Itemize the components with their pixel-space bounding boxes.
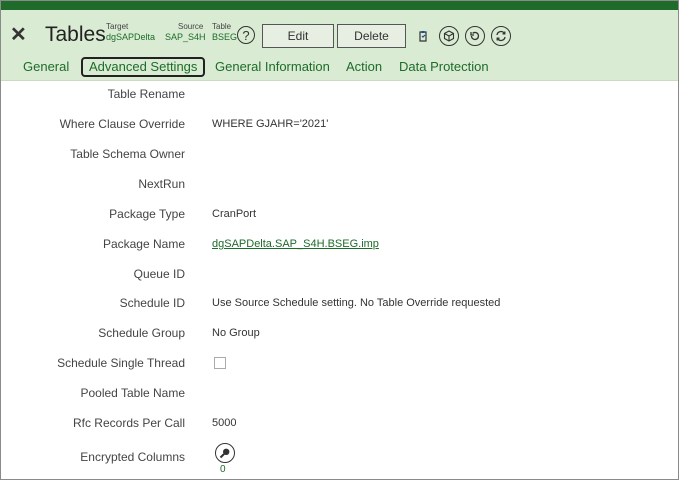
row-package-type: Package Type CranPort — [1, 203, 678, 225]
rfc-records-label: Rfc Records Per Call — [72, 416, 185, 430]
top-bar — [1, 1, 678, 10]
encrypted-columns-count: 0 — [220, 464, 226, 475]
table-value: BSEG — [212, 32, 238, 42]
queue-id-label: Queue ID — [133, 267, 185, 281]
edit-button[interactable]: Edit — [262, 24, 334, 48]
row-schema-owner: Table Schema Owner — [1, 143, 678, 165]
encrypted-columns-label: Encrypted Columns — [80, 450, 185, 464]
row-where-clause: Where Clause Override WHERE GJAHR='2021' — [1, 113, 678, 135]
row-package-name: Package Name dgSAPDelta.SAP_S4H.BSEG.imp — [1, 233, 678, 255]
source-value: SAP_S4H — [165, 32, 206, 42]
schedule-id-label: Schedule ID — [119, 296, 185, 310]
target-value: dgSAPDelta — [106, 32, 156, 42]
package-name-link[interactable]: dgSAPDelta.SAP_S4H.BSEG.imp — [212, 233, 379, 255]
row-schedule-id: Schedule ID Use Source Schedule setting.… — [1, 292, 678, 314]
tab-general-information[interactable]: General Information — [215, 59, 330, 74]
tab-action[interactable]: Action — [346, 59, 382, 74]
tables-window: ✕ Tables Target dgSAPDelta Source SAP_S4… — [0, 0, 679, 480]
page-title: Tables — [45, 23, 106, 46]
refresh-icon[interactable] — [491, 26, 511, 46]
schedule-group-value: No Group — [212, 327, 260, 339]
source-meta: Source SAP_S4H — [165, 22, 206, 43]
table-rename-label: Table Rename — [107, 87, 185, 101]
schema-owner-label: Table Schema Owner — [70, 147, 185, 161]
row-schedule-single-thread: Schedule Single Thread — [1, 352, 678, 374]
table-label: Table — [212, 22, 232, 31]
tab-bar: General Advanced Settings General Inform… — [1, 57, 678, 79]
package-type-value: CranPort — [212, 208, 257, 220]
schedule-single-thread-label: Schedule Single Thread — [57, 356, 185, 370]
row-next-run: NextRun — [1, 173, 678, 195]
package-name-label: Package Name — [102, 237, 185, 251]
help-icon[interactable]: ? — [237, 26, 255, 44]
header: ✕ Tables Target dgSAPDelta Source SAP_S4… — [1, 10, 678, 81]
row-pooled-table-name: Pooled Table Name — [1, 382, 678, 404]
source-label: Source — [178, 22, 204, 31]
pooled-table-name-label: Pooled Table Name — [80, 386, 185, 400]
target-meta: Target dgSAPDelta — [106, 22, 155, 43]
rfc-records-value: 5000 — [212, 417, 237, 429]
next-run-label: NextRun — [138, 177, 185, 191]
schedule-group-label: Schedule Group — [98, 326, 185, 340]
clipboard-icon[interactable] — [413, 26, 433, 46]
where-clause-label: Where Clause Override — [59, 117, 185, 131]
delete-button[interactable]: Delete — [337, 24, 406, 48]
cube-icon[interactable] — [439, 26, 459, 46]
tab-advanced-settings[interactable]: Advanced Settings — [81, 57, 206, 77]
package-type-label: Package Type — [109, 207, 185, 221]
row-table-rename: Table Rename — [1, 83, 678, 105]
search-icon[interactable] — [215, 443, 235, 463]
row-rfc-records: Rfc Records Per Call 5000 — [1, 412, 678, 434]
tab-general[interactable]: General — [23, 59, 69, 74]
tab-data-protection[interactable]: Data Protection — [399, 59, 489, 74]
history-icon[interactable] — [465, 26, 485, 46]
row-schedule-group: Schedule Group No Group — [1, 322, 678, 344]
row-queue-id: Queue ID — [1, 263, 678, 285]
schedule-id-value: Use Source Schedule setting. No Table Ov… — [212, 297, 501, 309]
target-label: Target — [106, 22, 129, 31]
row-encrypted-columns: Encrypted Columns 0 — [1, 443, 678, 475]
schedule-single-thread-checkbox[interactable] — [214, 357, 226, 369]
table-meta: Table BSEG — [212, 22, 237, 43]
close-icon[interactable]: ✕ — [10, 25, 27, 45]
where-clause-value: WHERE GJAHR='2021' — [212, 118, 329, 130]
